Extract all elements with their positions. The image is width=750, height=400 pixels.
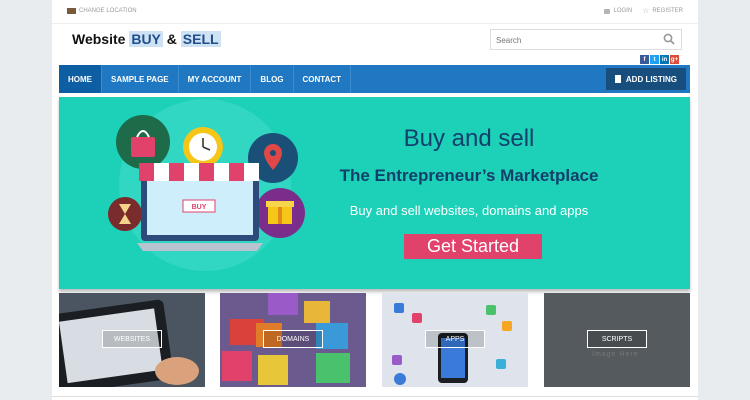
add-listing-label: ADD LISTING — [625, 74, 677, 84]
flag-icon — [67, 8, 76, 14]
tile-domains[interactable]: DOMAINS — [220, 293, 366, 387]
document-icon — [614, 75, 621, 83]
logo-ampersand: & — [166, 31, 177, 47]
tile-scripts-label: SCRIPTS — [587, 330, 647, 348]
google-plus-icon[interactable]: g+ — [670, 55, 679, 64]
hero-banner: BUY Buy and sell The Entrepreneur’s Mark… — [59, 97, 690, 289]
page: CHANGE LOCATION LOGIN ☆ REGISTER Website… — [52, 0, 698, 400]
laptop-screen-tag: BUY — [192, 204, 207, 211]
add-listing-button[interactable]: ADD LISTING — [605, 68, 686, 90]
footer-divider — [52, 396, 698, 397]
logo-word-website: Website — [72, 31, 126, 47]
tile-apps[interactable]: APPS — [382, 293, 528, 387]
twitter-icon[interactable]: t — [650, 55, 659, 64]
gift-icon — [255, 188, 305, 238]
nav-item-sample-page[interactable]: SAMPLE PAGE — [102, 65, 179, 93]
top-bar: CHANGE LOCATION LOGIN ☆ REGISTER — [52, 0, 698, 24]
linkedin-icon[interactable]: in — [660, 55, 669, 64]
star-icon: ☆ — [642, 6, 650, 15]
nav-item-my-account[interactable]: MY ACCOUNT — [179, 65, 252, 93]
hero-description: Buy and sell websites, domains and apps — [349, 203, 589, 218]
tile-domains-label: DOMAINS — [263, 330, 323, 348]
hourglass-icon — [108, 197, 142, 231]
clock-icon — [183, 127, 223, 167]
register-label: REGISTER — [652, 8, 683, 14]
search-input[interactable] — [491, 31, 651, 50]
tile-apps-label: APPS — [425, 330, 485, 348]
tile-scripts[interactable]: SCRIPTS Image Here — [544, 293, 690, 387]
logo-word-sell: SELL — [180, 31, 221, 47]
logo-word-buy: BUY — [129, 31, 163, 47]
tile-websites[interactable]: WEBSITES — [59, 293, 205, 387]
tile-scripts-placeholder-caption: Image Here — [592, 351, 639, 358]
category-tiles: WEBSITES DOMAINS APPS SCRIPTS Image Here — [59, 293, 690, 387]
nav-item-contact[interactable]: CONTACT — [294, 65, 352, 93]
change-location-link[interactable]: CHANGE LOCATION — [67, 8, 137, 14]
site-logo[interactable]: Website BUY & SELL — [72, 31, 221, 47]
lock-icon — [604, 8, 611, 14]
nav-item-home[interactable]: HOME — [59, 65, 102, 93]
hero-subtitle: The Entrepreneur’s Marketplace — [339, 166, 599, 185]
change-location-label: CHANGE LOCATION — [79, 8, 137, 14]
shopping-bag-icon — [116, 115, 170, 169]
tile-websites-label: WEBSITES — [102, 330, 162, 348]
hero-title: Buy and sell — [403, 125, 535, 152]
social-links: f t in g+ — [640, 55, 679, 64]
laptop-store-icon: BUY — [137, 163, 263, 251]
search-box — [490, 29, 682, 50]
main-nav: HOME SAMPLE PAGE MY ACCOUNT BLOG CONTACT… — [59, 65, 690, 93]
facebook-icon[interactable]: f — [640, 55, 649, 64]
get-started-button[interactable]: Get Started — [404, 234, 542, 259]
login-label: LOGIN — [613, 8, 633, 14]
login-link[interactable]: LOGIN — [604, 8, 632, 14]
nav-item-blog[interactable]: BLOG — [251, 65, 294, 93]
register-link[interactable]: ☆ REGISTER — [642, 6, 683, 15]
account-links: LOGIN ☆ REGISTER — [604, 6, 683, 15]
search-icon[interactable] — [663, 33, 675, 45]
